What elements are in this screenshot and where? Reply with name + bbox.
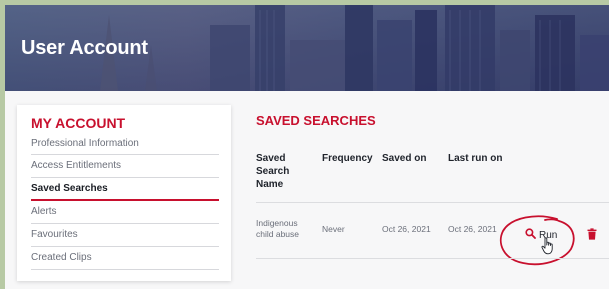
row-name: Indigenous child abuse (256, 218, 300, 239)
app-window: User Account MY ACCOUNT Professional Inf… (5, 5, 609, 289)
row-saved-on: Oct 26, 2021 (382, 224, 431, 234)
sidebar-item-alerts[interactable]: Alerts (31, 201, 219, 224)
sidebar-title: MY ACCOUNT (31, 115, 126, 131)
sidebar-item-favourites[interactable]: Favourites (31, 224, 219, 247)
main-content: MY ACCOUNT Professional Information Acce… (5, 91, 609, 289)
table-row-divider (256, 258, 609, 259)
row-frequency: Never (322, 224, 345, 234)
column-header-last-run-on: Last run on (448, 153, 503, 164)
column-header-name: Saved Search Name (256, 153, 290, 190)
account-sidebar: MY ACCOUNT Professional Information Acce… (17, 105, 231, 281)
table-header-divider (256, 202, 609, 203)
sidebar-item-saved-searches[interactable]: Saved Searches (31, 178, 219, 201)
column-header-saved-on: Saved on (382, 153, 427, 164)
hero-banner: User Account (5, 5, 609, 91)
column-header-frequency: Frequency (322, 153, 373, 164)
hand-cursor-icon (541, 237, 555, 260)
section-title: SAVED SEARCHES (256, 113, 376, 128)
row-last-run-on: Oct 26, 2021 (448, 224, 497, 234)
sidebar-item-professional-information[interactable]: Professional Information (31, 135, 219, 155)
sidebar-item-access-entitlements[interactable]: Access Entitlements (31, 155, 219, 178)
page-title: User Account (21, 37, 148, 59)
sidebar-item-created-clips[interactable]: Created Clips (31, 247, 219, 270)
trash-icon[interactable] (587, 227, 597, 245)
